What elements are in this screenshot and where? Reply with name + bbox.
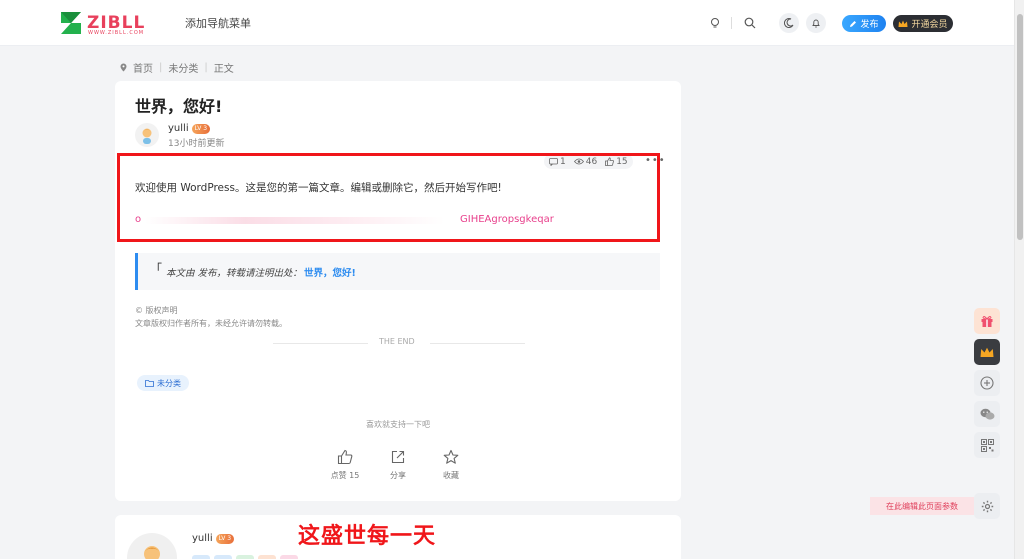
vip-float-button[interactable] — [974, 339, 1000, 365]
crown-icon — [898, 20, 908, 27]
search-icon[interactable] — [741, 14, 759, 32]
article-card: 世界，您好! yulli LV 3 13小时前更新 1 46 15 ••• 欢迎… — [115, 81, 681, 501]
gear-icon — [981, 500, 993, 512]
wechat-icon — [980, 408, 994, 420]
overlay-caption: 这盛世每一天 — [298, 523, 437, 549]
copyright-text: 文章版权归作者所有，未经允许请勿转载。 — [135, 319, 287, 328]
author-badge — [280, 555, 298, 559]
repost-notice: 「 本文由 发布，转载请注明出处： 世界，您好! — [135, 253, 660, 290]
breadcrumb-separator: | — [159, 62, 163, 73]
support-prompt: 喜欢就支持一下吧 — [366, 420, 430, 429]
site-logo[interactable]: ZIBLL WWW.ZIBLL.COM — [60, 11, 144, 37]
plus-circle-icon — [980, 376, 994, 390]
updated-time: 13小时前更新 — [168, 139, 225, 149]
thumbs-up-icon — [337, 449, 353, 465]
lightbulb-icon[interactable] — [706, 14, 724, 32]
repost-notice-link[interactable]: 世界，您好! — [304, 265, 356, 279]
share-icon — [391, 450, 405, 464]
the-end-divider: THE END — [273, 337, 525, 349]
breadcrumb-category[interactable]: 未分类 — [168, 60, 198, 75]
breadcrumb-separator: | — [204, 62, 208, 73]
category-tag[interactable]: 未分类 — [137, 375, 189, 391]
favorite-button-label: 收藏 — [443, 471, 459, 480]
add-nav-menu-link[interactable]: 添加导航菜单 — [185, 15, 251, 31]
wechat-button[interactable] — [974, 401, 1000, 427]
qr-code-button[interactable] — [974, 432, 1000, 458]
author-card-level-badge: LV 3 — [215, 533, 235, 544]
logo-subtext: WWW.ZIBLL.COM — [88, 30, 145, 36]
article-title: 世界，您好! — [135, 97, 223, 116]
vip-label: 开通会员 — [911, 20, 948, 30]
add-button[interactable] — [974, 370, 1000, 396]
quote-open-mark: 「 — [150, 262, 163, 276]
copyright-title: © 版权声明 — [135, 306, 178, 315]
divider-line — [273, 343, 368, 344]
breadcrumb-home[interactable]: 首页 — [133, 60, 153, 75]
publish-button[interactable]: 发布 — [842, 15, 886, 32]
author-card-badges — [192, 555, 298, 559]
avatar-face-icon — [144, 546, 160, 559]
publish-label: 发布 — [860, 20, 879, 30]
author-avatar[interactable] — [135, 123, 159, 147]
breadcrumb-current: 正文 — [213, 64, 234, 75]
avatar-face-icon — [142, 128, 152, 144]
qr-code-icon — [980, 438, 994, 452]
author-badge — [214, 555, 232, 559]
scrollbar-thumb[interactable] — [1017, 14, 1023, 240]
author-card-name-line: yulli LV 3 — [192, 533, 235, 544]
author-badge — [258, 555, 276, 559]
category-tag-label: 未分类 — [157, 378, 181, 388]
gift-button[interactable] — [974, 308, 1000, 334]
author-name[interactable]: yulli — [168, 123, 189, 134]
author-line: yulli LV 3 — [168, 123, 211, 134]
gift-icon — [981, 316, 993, 327]
share-button-label: 分享 — [390, 471, 406, 480]
level-badge-label: LV 3 — [194, 125, 208, 132]
folder-icon — [145, 379, 154, 387]
author-badge — [236, 555, 254, 559]
divider-line — [430, 343, 525, 344]
like-button[interactable]: 点赞 15 — [325, 449, 365, 481]
vip-button[interactable]: 开通会员 — [893, 15, 953, 32]
pencil-icon — [850, 20, 857, 27]
highlight-annotation-box — [117, 153, 660, 242]
like-button-label: 点赞 15 — [330, 471, 360, 480]
dark-mode-toggle-icon[interactable] — [779, 13, 799, 33]
settings-button[interactable] — [974, 493, 1000, 519]
the-end-label: THE END — [379, 337, 415, 346]
top-navbar: ZIBLL WWW.ZIBLL.COM 添加导航菜单 发布 开通会员 — [0, 0, 1014, 46]
breadcrumb: 首页 | 未分类 | 正文 — [120, 60, 234, 75]
edit-page-hint[interactable]: 在此编辑此页面参数 — [870, 497, 974, 515]
favorite-button[interactable]: 收藏 — [431, 449, 471, 481]
logo-mark-icon — [61, 12, 81, 34]
share-button[interactable]: 分享 — [378, 449, 418, 481]
notification-bell-icon[interactable] — [806, 13, 826, 33]
level-badge: LV 3 — [191, 123, 211, 134]
author-badge — [192, 555, 210, 559]
repost-notice-prefix: 本文由 发布，转载请注明出处： — [166, 267, 303, 279]
page-scrollbar[interactable] — [1014, 0, 1024, 559]
author-card-avatar[interactable] — [127, 533, 177, 559]
location-pin-icon — [120, 63, 127, 72]
author-card-name[interactable]: yulli — [192, 533, 213, 544]
crown-icon — [980, 347, 994, 357]
author-card-level-label: LV 3 — [218, 535, 232, 542]
star-icon — [443, 449, 459, 464]
header-divider — [731, 17, 732, 29]
